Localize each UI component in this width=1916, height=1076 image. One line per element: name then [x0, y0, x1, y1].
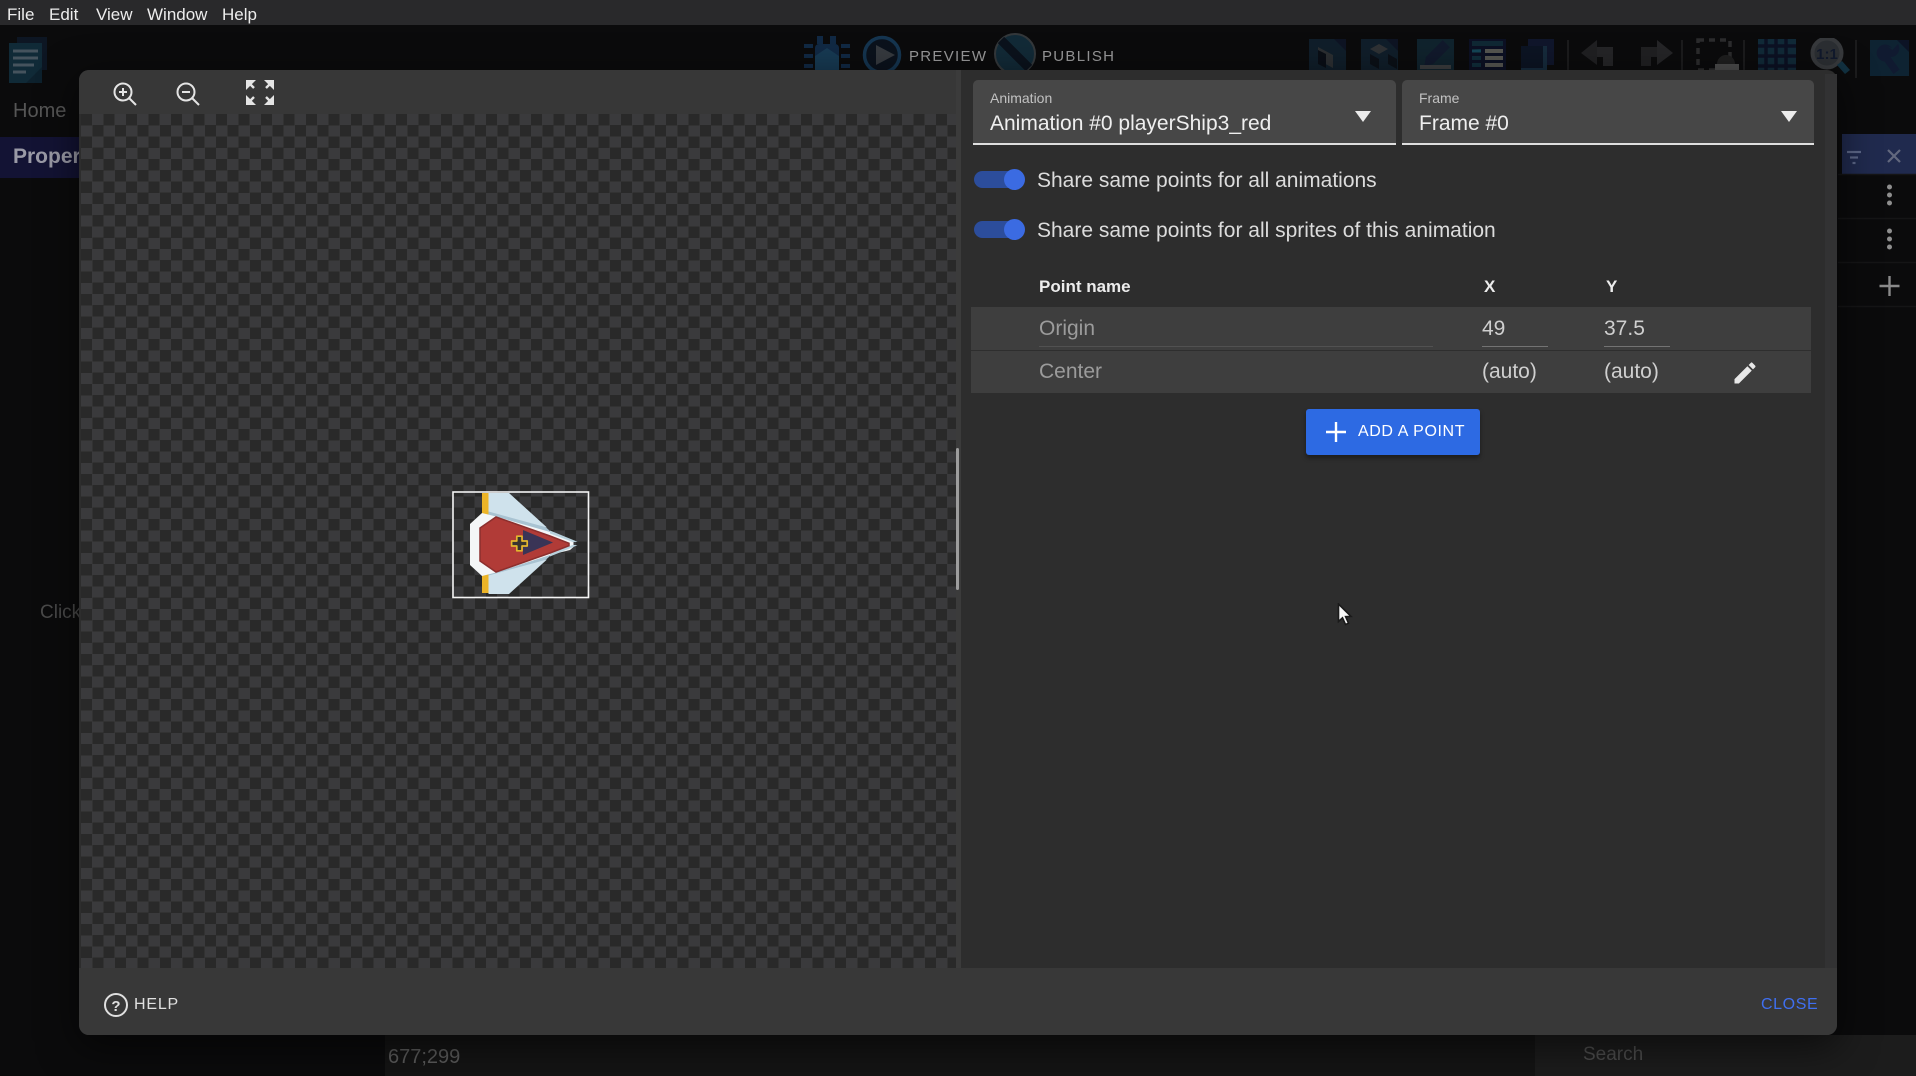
svg-text:?: ?	[111, 998, 120, 1015]
svg-text:1:1: 1:1	[1816, 46, 1838, 63]
svg-text:PUBLISH: PUBLISH	[1042, 48, 1115, 65]
svg-text:PREVIEW: PREVIEW	[909, 48, 987, 65]
